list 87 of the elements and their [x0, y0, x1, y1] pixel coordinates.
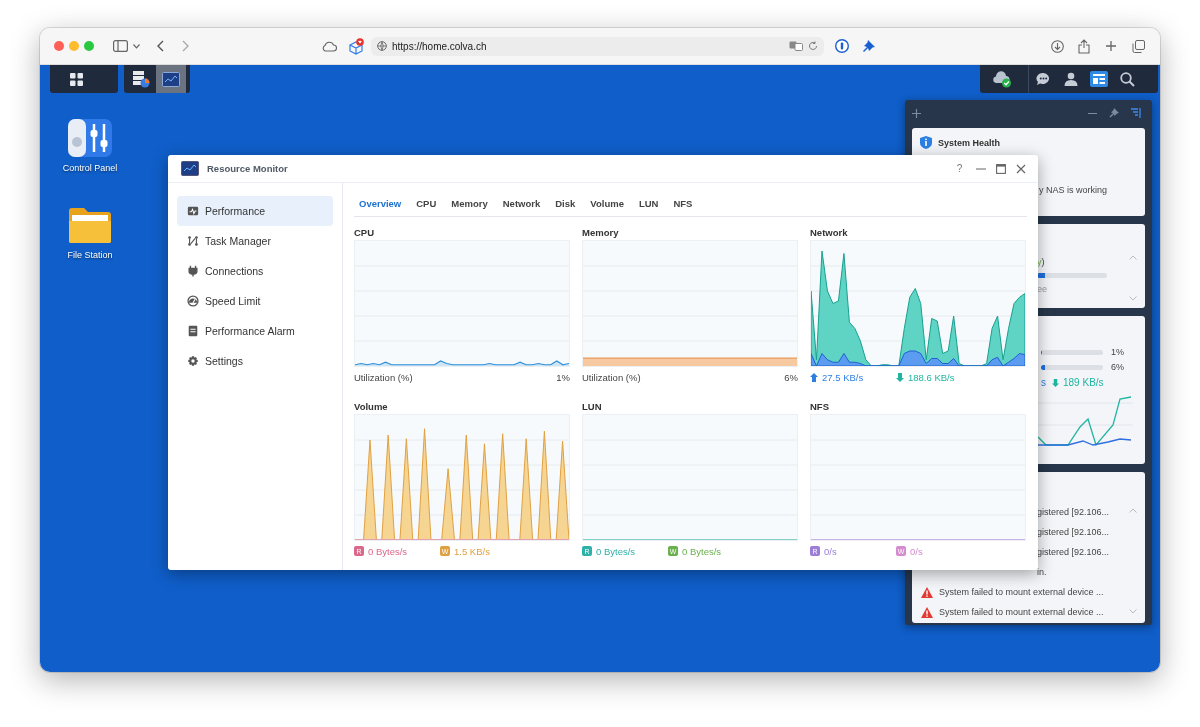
tab[interactable]: LUN	[638, 191, 667, 216]
warning-icon	[921, 606, 933, 618]
log-entry[interactable]: gistered [92.106...	[1037, 507, 1110, 517]
warning-icon	[921, 586, 933, 598]
settings-icon	[187, 355, 199, 367]
storage-icon	[132, 70, 150, 88]
chart-value: 6%	[784, 371, 798, 383]
maximize-icon[interactable]	[996, 163, 1006, 174]
tab[interactable]: Network	[502, 191, 549, 216]
document-icon	[187, 325, 199, 337]
gauge-icon	[187, 295, 199, 307]
chart-value: 1%	[556, 371, 570, 383]
chart-label: Utilization (%)	[582, 371, 641, 383]
new-tab-icon[interactable]	[1105, 40, 1117, 52]
widget-text: y NAS is working	[1039, 185, 1108, 195]
chevron-down-icon[interactable]	[133, 43, 140, 49]
log-entry[interactable]: gistered [92.106...	[1037, 547, 1110, 557]
legend-value: 0/s	[824, 545, 837, 557]
chart-title: LUN	[582, 401, 603, 411]
chart-title: NFS	[810, 401, 830, 411]
cloud-icon[interactable]	[321, 40, 337, 52]
info-icon	[920, 136, 932, 149]
back-icon[interactable]	[157, 40, 164, 52]
add-icon[interactable]	[912, 108, 921, 118]
control-panel-icon[interactable]	[67, 118, 113, 158]
help-button[interactable]: ?	[953, 163, 966, 174]
percent-value: 1%	[1111, 347, 1124, 357]
desktop-icon-label[interactable]: Control Panel	[62, 163, 118, 173]
chart-title: Volume	[354, 401, 389, 411]
legend-value: 0 Bytes/s	[682, 545, 722, 557]
chart-title: CPU	[354, 227, 376, 237]
url-field[interactable]: https://home.colva.ch	[392, 40, 784, 52]
key-circle-icon[interactable]	[835, 39, 849, 53]
legend-value: 0 Bytes/s	[596, 545, 636, 557]
tab[interactable]: Disk	[555, 191, 584, 216]
desktop-icon-label[interactable]: File Station	[67, 250, 113, 260]
log-entry[interactable]: System failed to mount external device ...	[939, 607, 1104, 617]
folder-icon[interactable]	[67, 205, 113, 245]
download-icon[interactable]	[1051, 39, 1064, 53]
sidebar-item[interactable]: Connections	[177, 256, 333, 286]
tab[interactable]: Volume	[590, 191, 632, 216]
sidebar-item[interactable]: Task Manager	[177, 226, 333, 256]
collapse-panel-icon[interactable]	[1131, 108, 1141, 118]
monitor-icon	[162, 71, 180, 87]
chart-label: Utilization (%)	[354, 371, 413, 383]
legend-value: 0/s	[910, 545, 923, 557]
pin-icon[interactable]	[1109, 108, 1119, 118]
legend-value: s	[1041, 377, 1046, 388]
widget-text: ee	[1037, 284, 1048, 294]
legend-value: 189 KB/s	[1063, 377, 1104, 388]
tab[interactable]: Overview	[359, 191, 410, 216]
nodes-icon	[187, 235, 199, 247]
log-entry[interactable]: System failed to mount external device ...	[939, 587, 1104, 597]
legend-value: 188.6 KB/s	[908, 371, 955, 383]
sidebar-item[interactable]: Speed Limit	[177, 286, 333, 316]
tab[interactable]: Memory	[451, 191, 496, 216]
window-title: Resource Monitor	[207, 163, 289, 174]
tab[interactable]: NFS	[673, 191, 701, 216]
monitor-icon	[181, 161, 199, 176]
tab[interactable]: CPU	[416, 191, 445, 216]
share-icon[interactable]	[1078, 38, 1090, 54]
sidebar-icon[interactable]	[113, 40, 128, 52]
log-entry[interactable]: gistered [92.106...	[1037, 527, 1110, 537]
log-entry[interactable]: in.	[1037, 567, 1047, 577]
close-window-button[interactable]	[54, 41, 64, 51]
tabs-overview-icon[interactable]	[1132, 39, 1145, 53]
reload-icon[interactable]	[808, 41, 818, 51]
sidebar-item[interactable]: Settings	[177, 346, 333, 376]
cube-icon[interactable]	[348, 37, 365, 55]
globe-icon	[377, 41, 387, 51]
legend-value: 27.5 KB/s	[822, 371, 864, 383]
pin-icon[interactable]	[862, 39, 876, 53]
close-icon[interactable]	[1016, 163, 1026, 174]
sidebar-item[interactable]: Performance Alarm	[177, 316, 333, 346]
legend-value: 1.5 KB/s	[454, 545, 490, 557]
translate-icon[interactable]	[789, 41, 803, 51]
widget-title: System Health	[938, 137, 1001, 148]
chart-title: Memory	[582, 227, 620, 237]
plug-icon	[187, 265, 199, 277]
chart-icon	[187, 205, 199, 217]
address-bar[interactable]: https://home.colva.ch	[371, 36, 824, 56]
sidebar-item[interactable]: Performance	[177, 196, 333, 226]
main-menu-icon[interactable]	[70, 72, 83, 86]
percent-value: 6%	[1111, 362, 1124, 372]
chart-title: Network	[810, 227, 849, 237]
status-text: )	[1041, 257, 1045, 267]
legend-value: 0 Bytes/s	[368, 545, 408, 557]
